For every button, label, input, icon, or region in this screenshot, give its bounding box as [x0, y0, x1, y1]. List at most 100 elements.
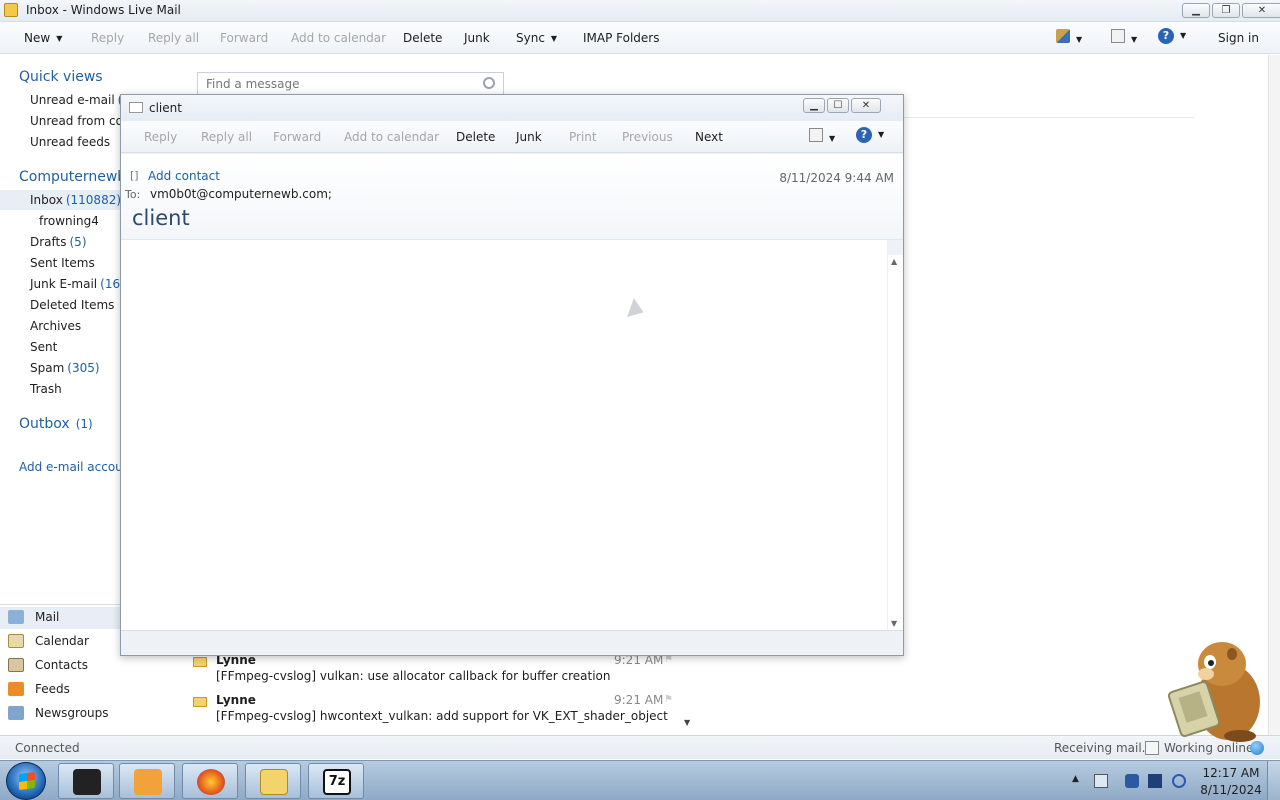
- folder-sent[interactable]: Sent: [30, 340, 57, 354]
- folder-label: Drafts: [30, 235, 67, 249]
- quick-view-unread-feeds[interactable]: Unread feeds: [30, 135, 110, 149]
- message-junk-button[interactable]: Junk: [516, 130, 542, 144]
- delete-button[interactable]: Delete: [403, 31, 442, 45]
- scroll-up-arrow-icon[interactable]: ▲: [891, 257, 897, 266]
- folder-archives[interactable]: Archives: [30, 319, 81, 333]
- message-reply-all-button[interactable]: Reply all: [201, 130, 252, 144]
- minimize-icon: ▁: [1192, 5, 1200, 16]
- tray-security-icon[interactable]: [1125, 774, 1139, 788]
- folder-deleted-items[interactable]: Deleted Items: [30, 298, 114, 312]
- message-delete-button[interactable]: Delete: [456, 130, 495, 144]
- clock-time[interactable]: 12:17 AM: [1202, 766, 1260, 780]
- search-input[interactable]: [198, 73, 468, 95]
- folder-label: Inbox: [30, 193, 63, 207]
- menus-button[interactable]: ▼: [1111, 29, 1137, 46]
- search-box: [197, 72, 504, 96]
- message-maximize-button[interactable]: ☐: [827, 98, 849, 113]
- message-menus-button[interactable]: ▼: [809, 128, 835, 145]
- add-email-account-link[interactable]: Add e-mail accoun: [19, 460, 130, 474]
- message-add-to-calendar-button[interactable]: Add to calendar: [344, 130, 439, 144]
- nav-newsgroups[interactable]: Newsgroups: [8, 706, 109, 720]
- close-icon: ✕: [1257, 5, 1267, 16]
- hamster-mascot-icon: [1167, 642, 1260, 742]
- folder-inbox[interactable]: Inbox (110882): [30, 193, 121, 207]
- show-desktop-button[interactable]: [1267, 761, 1280, 800]
- window-title: Inbox - Windows Live Mail: [26, 3, 181, 17]
- folder-frowning4[interactable]: frowning4: [39, 214, 99, 228]
- tray-network-icon[interactable]: [1094, 774, 1108, 788]
- folder-sent-items[interactable]: Sent Items: [30, 256, 95, 270]
- chevron-down-icon: ▼: [1076, 35, 1083, 44]
- taskbar-app-terminal[interactable]: [58, 763, 114, 799]
- message-close-button[interactable]: ✕: [851, 98, 881, 113]
- scroll-down-arrow-icon[interactable]: ▼: [891, 619, 897, 628]
- folder-label: Sent Items: [30, 256, 95, 270]
- message-help-button[interactable]: ? ▼: [856, 127, 884, 143]
- junk-button[interactable]: Junk: [464, 31, 490, 45]
- forward-button[interactable]: Forward: [220, 31, 268, 45]
- help-button[interactable]: ? ▼: [1158, 28, 1186, 44]
- message-body[interactable]: [121, 240, 887, 630]
- flag-icon[interactable]: ⚑: [664, 694, 674, 706]
- message-forward-button[interactable]: Forward: [273, 130, 321, 144]
- account-heading[interactable]: Computernewb: [19, 169, 126, 185]
- quick-views-heading[interactable]: Quick views: [19, 69, 103, 85]
- folder-spam[interactable]: Spam (305): [30, 361, 100, 375]
- message-print-button[interactable]: Print: [569, 130, 597, 144]
- taskbar-app-windows-live-mail[interactable]: [245, 763, 301, 799]
- folder-label: Unread feeds: [30, 135, 111, 149]
- folder-junk-email[interactable]: Junk E-mail (161: [30, 277, 128, 291]
- message-body-scrollbar[interactable]: ▲ ▼: [887, 255, 903, 630]
- taskbar-app-7zip[interactable]: 7z: [308, 763, 364, 799]
- message-minimize-button[interactable]: ▁: [803, 98, 825, 113]
- folder-label: Trash: [30, 382, 62, 396]
- nav-feeds[interactable]: Feeds: [8, 682, 70, 696]
- tray-expand-icon[interactable]: ▲: [1072, 774, 1086, 788]
- start-button[interactable]: [6, 762, 46, 800]
- message-reply-button[interactable]: Reply: [144, 130, 177, 144]
- message-row[interactable]: Lynne 9:21 AM ⚑ [FFmpeg-cvslog] hwcontex…: [180, 693, 680, 733]
- folder-count: (5): [69, 235, 87, 249]
- message-time: 9:21 AM: [614, 693, 664, 707]
- close-icon: ✕: [861, 100, 871, 111]
- folder-drafts[interactable]: Drafts (5): [30, 235, 87, 249]
- nav-calendar[interactable]: Calendar: [8, 634, 89, 648]
- color-brush-button[interactable]: ▼: [1056, 29, 1082, 46]
- receiving-status: Receiving mail...: [1054, 741, 1154, 755]
- close-button[interactable]: ✕: [1242, 3, 1280, 18]
- message-row[interactable]: Lynne 9:21 AM ⚑ [FFmpeg-cvslog] vulkan: …: [180, 653, 680, 693]
- sync-button[interactable]: Sync ▼: [516, 31, 557, 45]
- nav-mail[interactable]: Mail: [8, 610, 59, 624]
- reply-button[interactable]: Reply: [91, 31, 124, 45]
- minimize-button[interactable]: ▁: [1182, 3, 1210, 18]
- maximize-icon: ☐: [833, 100, 843, 111]
- folder-trash[interactable]: Trash: [30, 382, 62, 396]
- taskbar-app-firefox[interactable]: [182, 763, 238, 799]
- add-to-calendar-button[interactable]: Add to calendar: [291, 31, 386, 45]
- message-next-button[interactable]: Next: [695, 130, 723, 144]
- help-icon: ?: [856, 127, 872, 143]
- reply-all-button[interactable]: Reply all: [148, 31, 199, 45]
- nav-feeds-label: Feeds: [35, 682, 70, 696]
- taskbar-app-media-player[interactable]: [119, 763, 175, 799]
- add-contact-link[interactable]: Add contact: [148, 169, 220, 183]
- to-recipient[interactable]: vm0b0t@computernewb.com;: [150, 187, 332, 201]
- message-previous-button[interactable]: Previous: [622, 130, 673, 144]
- reading-pane-scrollbar[interactable]: [1268, 55, 1280, 735]
- quick-view-unread-from-contacts[interactable]: Unread from con: [30, 114, 131, 128]
- quick-view-unread-email[interactable]: Unread e-mail(6: [30, 93, 130, 107]
- contact-card-icon: []: [130, 169, 139, 182]
- outbox-folder[interactable]: Outbox (1): [19, 416, 93, 432]
- nav-contacts[interactable]: Contacts: [8, 658, 88, 672]
- new-button[interactable]: New ▼: [24, 31, 62, 45]
- imap-folders-button[interactable]: IMAP Folders: [583, 31, 660, 45]
- outbox-label: Outbox: [19, 416, 70, 432]
- sign-in-button[interactable]: Sign in: [1218, 31, 1259, 45]
- search-icon[interactable]: [483, 77, 495, 89]
- tray-volume-icon[interactable]: [1172, 774, 1186, 788]
- tray-monitor-icon[interactable]: [1148, 774, 1162, 788]
- maximize-button[interactable]: ❐: [1212, 3, 1240, 18]
- chevron-down-icon: ▼: [878, 130, 885, 139]
- scroll-down-arrow-icon[interactable]: ▼: [684, 718, 690, 727]
- clock-date[interactable]: 8/11/2024: [1200, 783, 1262, 797]
